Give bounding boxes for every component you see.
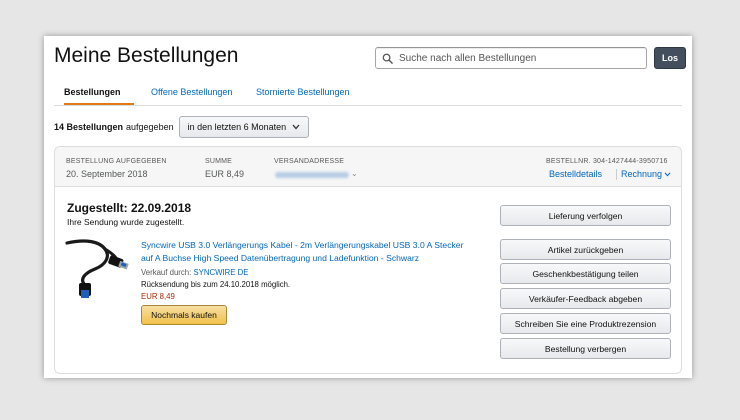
- search-box[interactable]: [375, 47, 647, 69]
- seller-feedback-button[interactable]: Verkäufer-Feedback abgeben: [500, 288, 671, 309]
- order-details-link[interactable]: Bestelldetails: [549, 169, 602, 179]
- return-items-button[interactable]: Artikel zurückgeben: [500, 239, 671, 260]
- return-note: Rücksendung bis zum 24.10.2018 möglich.: [141, 280, 291, 289]
- search-input[interactable]: [399, 52, 629, 64]
- product-title-link[interactable]: Syncwire USB 3.0 Verlängerungs Kabel - 2…: [141, 239, 471, 265]
- invoice-link[interactable]: Rechnung: [621, 169, 662, 179]
- seller-link[interactable]: SYNCWIRE DE: [193, 268, 248, 277]
- address-label: VERSANDADRESSE: [274, 158, 345, 165]
- order-tabs: Bestellungen Offene Bestellungen Stornie…: [54, 82, 682, 106]
- chevron-down-icon[interactable]: ⌄: [351, 169, 358, 178]
- order-card: BESTELLUNG AUFGEGEBEN 20. September 2018…: [54, 146, 682, 374]
- tab-orders[interactable]: Bestellungen: [64, 87, 121, 97]
- seller-label: Verkauf durch:: [141, 268, 192, 277]
- order-count: 14 Bestellungen: [54, 122, 124, 132]
- product-image[interactable]: [65, 235, 131, 301]
- link-divider: [616, 169, 617, 180]
- search-icon: [382, 53, 393, 64]
- seller-line: Verkauf durch: SYNCWIRE DE: [141, 268, 248, 277]
- search-button[interactable]: Los: [654, 47, 686, 69]
- chevron-down-icon: [292, 124, 300, 130]
- order-count-suffix: aufgegeben: [126, 122, 174, 132]
- total-label: SUMME: [205, 158, 233, 165]
- order-header: BESTELLUNG AUFGEGEBEN 20. September 2018…: [55, 147, 681, 187]
- total-value: EUR 8,49: [205, 169, 245, 179]
- item-price: EUR 8,49: [141, 292, 175, 301]
- tab-cancelled-orders[interactable]: Stornierte Bestellungen: [256, 87, 350, 97]
- time-range-value: in den letzten 6 Monaten: [187, 122, 287, 132]
- chevron-down-icon[interactable]: [664, 172, 671, 177]
- track-package-button[interactable]: Lieferung verfolgen: [500, 205, 671, 226]
- orders-page: Meine Bestellungen Los Bestellungen Offe…: [44, 36, 692, 378]
- order-filter: 14 Bestellungen aufgegeben in den letzte…: [54, 116, 310, 138]
- page-title: Meine Bestellungen: [54, 44, 239, 67]
- buy-again-button[interactable]: Nochmals kaufen: [141, 305, 227, 325]
- time-range-select[interactable]: in den letzten 6 Monaten: [178, 116, 310, 138]
- share-gift-receipt-button[interactable]: Geschenkbestätigung teilen: [500, 263, 671, 284]
- blurred-address[interactable]: [275, 172, 349, 178]
- write-review-button[interactable]: Schreiben Sie eine Produktrezension: [500, 313, 671, 334]
- delivery-status: Zugestellt: 22.09.2018: [67, 201, 192, 215]
- placed-date: 20. September 2018: [66, 169, 148, 179]
- order-number: BESTELLNR. 304-1427444-3950716: [546, 158, 668, 165]
- active-tab-indicator: [64, 103, 134, 105]
- placed-label: BESTELLUNG AUFGEGEBEN: [66, 158, 167, 165]
- delivery-substatus: Ihre Sendung wurde zugestellt.: [67, 217, 185, 227]
- archive-order-button[interactable]: Bestellung verbergen: [500, 338, 671, 359]
- tab-open-orders[interactable]: Offene Bestellungen: [151, 87, 232, 97]
